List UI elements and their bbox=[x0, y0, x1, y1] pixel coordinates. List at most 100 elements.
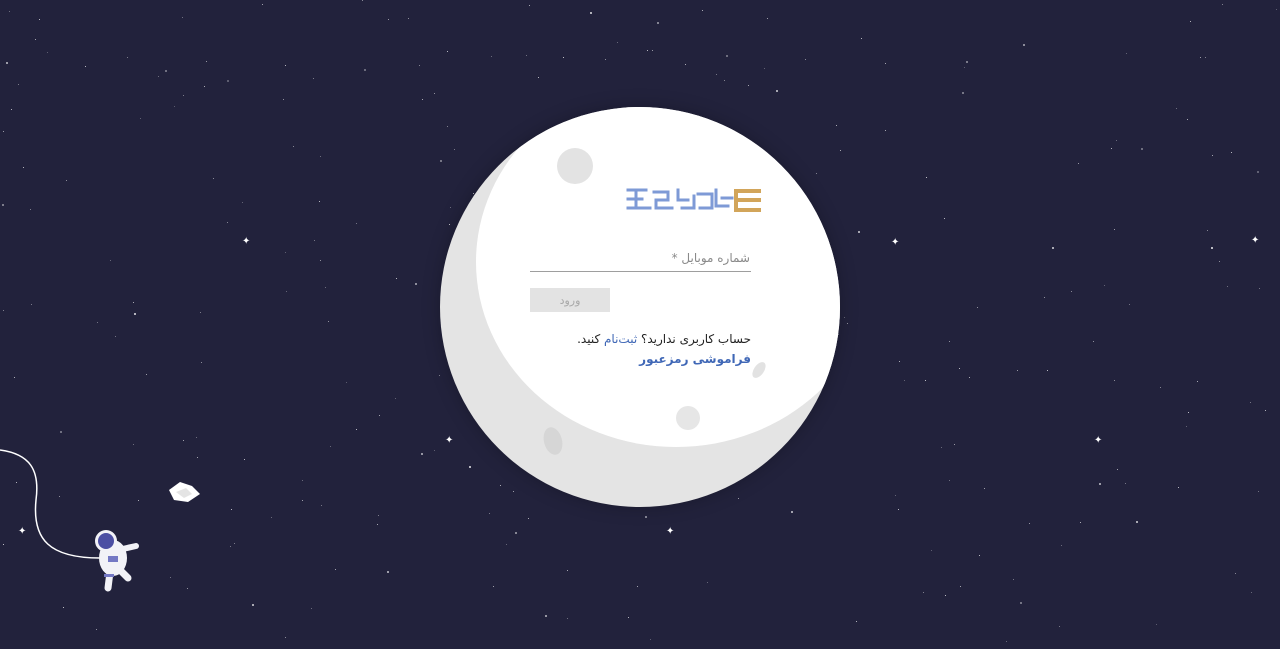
star bbox=[252, 604, 254, 606]
star bbox=[364, 69, 366, 71]
star bbox=[979, 555, 980, 556]
star bbox=[926, 177, 927, 178]
star bbox=[949, 480, 950, 481]
star bbox=[1212, 155, 1213, 156]
star bbox=[805, 59, 806, 60]
star bbox=[605, 59, 606, 60]
star bbox=[356, 223, 357, 224]
star bbox=[1259, 288, 1260, 289]
star bbox=[685, 64, 686, 65]
mobile-field[interactable]: شماره موبایل * bbox=[530, 248, 751, 272]
star bbox=[716, 74, 717, 75]
star bbox=[529, 5, 530, 6]
star bbox=[1071, 291, 1072, 292]
star bbox=[6, 62, 8, 64]
star bbox=[1250, 402, 1251, 403]
star bbox=[895, 495, 896, 496]
star bbox=[923, 592, 924, 593]
star bbox=[293, 146, 294, 147]
star bbox=[1235, 573, 1236, 574]
star bbox=[1187, 119, 1188, 120]
star bbox=[538, 77, 539, 78]
star bbox=[545, 615, 547, 617]
star bbox=[1258, 491, 1259, 492]
star bbox=[319, 201, 320, 202]
star bbox=[1219, 261, 1220, 262]
star bbox=[1197, 381, 1198, 382]
star bbox=[35, 39, 36, 40]
star bbox=[1093, 341, 1094, 342]
star bbox=[213, 178, 214, 179]
star bbox=[419, 65, 420, 66]
star bbox=[840, 150, 841, 151]
star bbox=[110, 260, 111, 261]
star bbox=[396, 278, 397, 279]
star bbox=[204, 86, 205, 87]
forgot-password-link[interactable]: فراموشی رمزعبور bbox=[639, 352, 751, 366]
star bbox=[984, 488, 985, 489]
star bbox=[66, 180, 67, 181]
star bbox=[388, 19, 389, 20]
star bbox=[170, 577, 171, 578]
star bbox=[23, 167, 24, 168]
star bbox=[489, 513, 490, 514]
star bbox=[702, 10, 703, 11]
signup-link[interactable]: ثبت‌نام bbox=[604, 332, 637, 346]
star bbox=[1029, 523, 1030, 524]
sparkle-star: ✦ bbox=[1094, 435, 1103, 446]
star bbox=[899, 361, 900, 362]
crater bbox=[540, 425, 566, 457]
star bbox=[201, 362, 202, 363]
star bbox=[262, 4, 263, 5]
star bbox=[791, 511, 793, 513]
star bbox=[85, 66, 86, 67]
star bbox=[969, 377, 970, 378]
mobile-input[interactable] bbox=[530, 248, 751, 270]
star bbox=[146, 374, 147, 375]
star bbox=[506, 544, 507, 545]
star bbox=[856, 621, 857, 622]
star bbox=[328, 321, 329, 322]
star bbox=[885, 130, 886, 131]
star bbox=[96, 629, 97, 630]
login-button[interactable]: ورود bbox=[530, 288, 610, 312]
star bbox=[434, 450, 435, 451]
star bbox=[1136, 521, 1138, 523]
star bbox=[440, 160, 442, 162]
star bbox=[325, 287, 326, 288]
star bbox=[206, 61, 207, 62]
star bbox=[39, 19, 40, 20]
sparkle-star: ✦ bbox=[891, 237, 900, 248]
star bbox=[724, 80, 725, 81]
star bbox=[379, 415, 380, 416]
star bbox=[652, 50, 653, 51]
star bbox=[650, 639, 651, 640]
star bbox=[449, 224, 450, 225]
star bbox=[330, 446, 331, 447]
star bbox=[3, 131, 4, 132]
star bbox=[964, 67, 965, 68]
moon-lit-face bbox=[476, 107, 840, 447]
star bbox=[1006, 641, 1007, 642]
star bbox=[959, 368, 960, 369]
star bbox=[234, 543, 235, 544]
star bbox=[187, 588, 188, 589]
star bbox=[285, 637, 286, 638]
star bbox=[1020, 602, 1022, 604]
star bbox=[526, 55, 527, 56]
star bbox=[1117, 469, 1118, 470]
star bbox=[637, 586, 638, 587]
star bbox=[960, 586, 961, 587]
star bbox=[962, 92, 964, 94]
star bbox=[861, 38, 862, 39]
brand-logo bbox=[626, 188, 761, 212]
star bbox=[362, 0, 363, 1]
star bbox=[1114, 380, 1115, 381]
star bbox=[1188, 412, 1189, 413]
star bbox=[285, 65, 286, 66]
star bbox=[395, 398, 396, 399]
star bbox=[1265, 410, 1266, 411]
star bbox=[244, 459, 245, 460]
star bbox=[165, 70, 167, 72]
star bbox=[1156, 624, 1157, 625]
